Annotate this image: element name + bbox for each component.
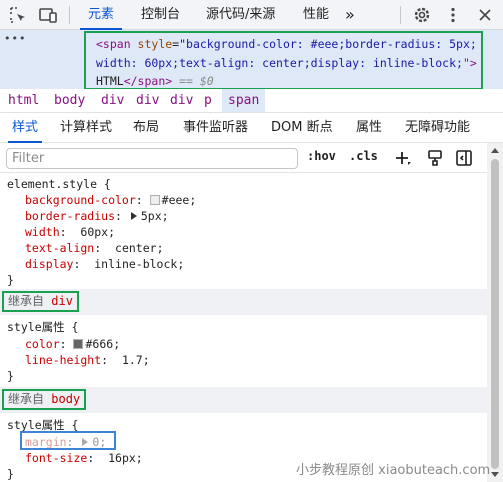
toggle-sidebar-icon[interactable] bbox=[455, 149, 473, 167]
tab-styles[interactable]: 样式 bbox=[7, 113, 43, 143]
device-toolbar-icon[interactable] bbox=[38, 5, 58, 25]
breadcrumb-div[interactable]: div bbox=[170, 89, 193, 112]
prop-value: 60px bbox=[80, 225, 109, 239]
prop-value: 1.7 bbox=[121, 353, 143, 367]
prop-name: border-radius bbox=[25, 209, 116, 223]
inherited-from-body-label: 继承自 body bbox=[2, 389, 87, 410]
new-style-rule-icon[interactable] bbox=[394, 149, 412, 167]
attr-equals: =" bbox=[172, 37, 187, 51]
prop-value: inline-block bbox=[94, 257, 178, 271]
style-attr-value-line1: background-color: #eee;border-radius: 5p… bbox=[186, 37, 477, 51]
span-close-tag: </span> bbox=[123, 74, 173, 88]
breadcrumb-p[interactable]: p bbox=[204, 89, 212, 112]
tab-console[interactable]: 控制台 bbox=[141, 0, 180, 30]
rule-selector: style属性 { bbox=[7, 320, 79, 334]
tab-event-listeners[interactable]: 事件监听器 bbox=[183, 113, 248, 143]
styles-filter-row: Filter :hov .cls bbox=[0, 143, 487, 173]
declaration[interactable]: border-radius: 5px; bbox=[25, 208, 169, 224]
breadcrumb-div[interactable]: div bbox=[136, 89, 159, 112]
prop-value: 16px bbox=[108, 451, 136, 465]
breadcrumb-html[interactable]: html bbox=[8, 89, 39, 112]
prop-name: width bbox=[25, 225, 60, 239]
declaration[interactable]: width: 60px; bbox=[25, 224, 115, 240]
declaration[interactable]: background-color: #eee; bbox=[25, 192, 196, 208]
class-toggle[interactable]: .cls bbox=[349, 149, 378, 163]
color-swatch[interactable] bbox=[73, 339, 84, 349]
rule-close-brace: } bbox=[7, 273, 14, 287]
scroll-up-arrow-icon[interactable] bbox=[491, 148, 499, 153]
tab-sources[interactable]: 源代码/来源 bbox=[206, 0, 275, 30]
tab-dom-breakpoints[interactable]: DOM 断点 bbox=[271, 113, 333, 143]
declaration[interactable]: color: #666; bbox=[25, 336, 120, 352]
prop-name: display bbox=[25, 257, 74, 271]
inherited-label: 继承自 bbox=[8, 392, 45, 406]
inspect-element-icon[interactable] bbox=[8, 5, 28, 25]
declaration[interactable]: display: inline-block; bbox=[25, 256, 184, 272]
prop-value: #eee bbox=[161, 193, 190, 207]
toolbar-separator bbox=[400, 6, 401, 24]
tab-layout[interactable]: 布局 bbox=[133, 113, 159, 143]
inherited-element-link[interactable]: div bbox=[51, 294, 73, 308]
scrollbar-thumb[interactable] bbox=[491, 159, 499, 469]
styles-pane: element.style { background-color: #eee; … bbox=[0, 173, 487, 482]
prop-value: center bbox=[115, 241, 157, 255]
inherited-from-div-label: 继承自 div bbox=[2, 291, 79, 312]
declaration[interactable]: line-height: 1.7; bbox=[25, 352, 150, 368]
breadcrumb-span[interactable]: span bbox=[222, 89, 266, 112]
prop-name: background-color bbox=[25, 193, 136, 207]
span-open-tag: <span bbox=[96, 37, 131, 51]
color-format-icon[interactable] bbox=[426, 149, 444, 167]
filter-input[interactable]: Filter bbox=[6, 148, 298, 169]
inherited-label: 继承自 bbox=[8, 294, 45, 308]
color-swatch[interactable] bbox=[149, 195, 160, 205]
prop-value: 5px bbox=[140, 209, 162, 223]
tab-elements[interactable]: 元素 bbox=[79, 0, 123, 30]
tab-accessibility[interactable]: 无障碍功能 bbox=[405, 113, 470, 143]
scroll-down-arrow-icon[interactable] bbox=[491, 472, 499, 477]
breadcrumb: html body div div div p span bbox=[0, 89, 503, 113]
styles-subtabs: 样式 计算样式 布局 事件监听器 DOM 断点 属性 无障碍功能 bbox=[0, 113, 503, 143]
dollar-zero-marker: == $0 bbox=[172, 74, 214, 88]
breadcrumb-body[interactable]: body bbox=[54, 89, 85, 112]
hover-state-toggle[interactable]: :hov bbox=[307, 149, 336, 163]
prop-name: color bbox=[25, 337, 60, 351]
dom-node-ellipsis[interactable]: ••• bbox=[4, 32, 26, 45]
selected-dom-node[interactable]: <span style="background-color: #eee;bord… bbox=[84, 31, 483, 90]
watermark: 小步教程原创 xiaobuteach.com bbox=[296, 463, 491, 478]
devtools-toolbar: 元素 控制台 源代码/来源 性能 » bbox=[0, 0, 503, 30]
tab-computed[interactable]: 计算样式 bbox=[60, 113, 112, 143]
breadcrumb-div[interactable]: div bbox=[101, 89, 124, 112]
inherited-section-header: 继承自 div bbox=[0, 289, 487, 315]
tab-properties[interactable]: 属性 bbox=[356, 113, 382, 143]
inherited-element-link[interactable]: body bbox=[51, 392, 80, 406]
toolbar-separator bbox=[69, 6, 70, 24]
inherited-section-header: 继承自 body bbox=[0, 387, 487, 413]
node-text: HTML bbox=[96, 74, 124, 88]
rule-selector: element.style { bbox=[7, 177, 111, 191]
more-options-icon[interactable] bbox=[443, 5, 463, 25]
prop-name: font-size bbox=[25, 451, 88, 465]
more-tabs-button[interactable]: » bbox=[345, 0, 355, 30]
settings-gear-icon[interactable] bbox=[412, 5, 432, 25]
style-attr-value-line2: width: 60px;text-align: center;display: … bbox=[96, 55, 463, 70]
rule-close-brace: } bbox=[7, 369, 14, 383]
highlight-box bbox=[20, 431, 116, 450]
declaration[interactable]: text-align: center; bbox=[25, 240, 164, 256]
tab-performance[interactable]: 性能 bbox=[303, 0, 329, 30]
close-devtools-icon[interactable] bbox=[475, 5, 495, 25]
declaration[interactable]: font-size: 16px; bbox=[25, 450, 143, 466]
open-tag-close: "> bbox=[462, 55, 477, 70]
style-attr-name: style bbox=[130, 37, 173, 51]
prop-name: line-height bbox=[25, 353, 102, 367]
prop-name: text-align bbox=[25, 241, 95, 255]
rule-close-brace: } bbox=[7, 467, 14, 481]
prop-value: #666 bbox=[85, 337, 114, 351]
expand-triangle-icon[interactable] bbox=[130, 212, 137, 220]
styles-scrollbar[interactable] bbox=[487, 143, 503, 482]
